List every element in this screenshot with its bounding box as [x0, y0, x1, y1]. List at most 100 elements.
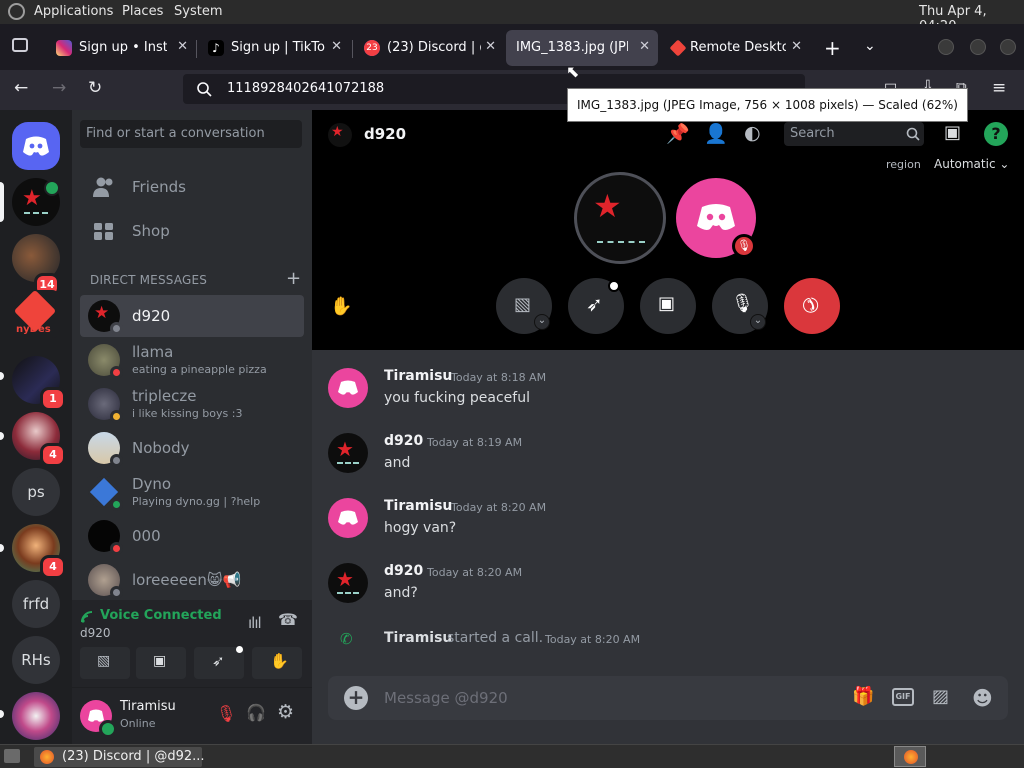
- pin-icon[interactable]: 📌: [666, 122, 690, 146]
- camera-toggle-button[interactable]: ▧ ⌄: [496, 278, 552, 334]
- system-menu[interactable]: System: [174, 4, 222, 19]
- shop-nav[interactable]: Shop: [80, 210, 304, 252]
- camera-button[interactable]: ▧: [80, 647, 130, 679]
- close-icon[interactable]: ✕: [791, 39, 802, 54]
- message-author[interactable]: Tiramisu: [384, 368, 452, 384]
- close-icon[interactable]: ✕: [331, 39, 342, 54]
- gif-icon[interactable]: GIF: [892, 688, 914, 706]
- message-author[interactable]: d920: [384, 433, 423, 449]
- tab-discord[interactable]: 23 (23) Discord | @d920 ✕: [354, 30, 504, 66]
- dm-item-000[interactable]: 000: [80, 515, 304, 557]
- soundboard-icon[interactable]: ✋: [330, 296, 352, 317]
- dm-item-triplecze[interactable]: triplecze i like kissing boys :3: [80, 383, 304, 425]
- close-window-icon[interactable]: [1000, 39, 1016, 55]
- noise-suppression-icon[interactable]: ılıl: [248, 614, 262, 632]
- channel-search-input[interactable]: Search: [784, 122, 924, 146]
- voice-status[interactable]: Voice Connected: [100, 608, 222, 623]
- user-status: Online: [120, 717, 156, 730]
- server-anydesk[interactable]: nyDes: [12, 290, 60, 338]
- inbox-icon[interactable]: ▣: [944, 122, 968, 146]
- reload-icon[interactable]: ↻: [88, 78, 102, 98]
- tab-tiktok[interactable]: ♪ Sign up | TikTok ✕: [198, 30, 350, 66]
- screen-share-toggle-button[interactable]: ▣: [640, 278, 696, 334]
- dm-name: 000: [132, 527, 161, 545]
- mic-muted-icon[interactable]: 🎙: [216, 704, 236, 723]
- add-friend-icon[interactable]: 👤: [704, 122, 728, 146]
- new-tab-icon[interactable]: +: [824, 36, 841, 60]
- help-icon[interactable]: ?: [984, 122, 1008, 146]
- unread-pip: [0, 372, 4, 380]
- avatar[interactable]: ★: [328, 563, 368, 603]
- taskbar-window-discord[interactable]: (23) Discord | @d92...: [34, 747, 205, 767]
- sticker-icon[interactable]: ▨: [932, 686, 956, 710]
- message-author[interactable]: Tiramisu: [384, 498, 452, 514]
- dm-item-loreeeeen[interactable]: loreeeeen😸📢: [80, 559, 304, 601]
- end-call-button[interactable]: ✆: [784, 278, 840, 334]
- region-select[interactable]: Automatic ⌄: [934, 157, 1009, 171]
- system-action: started a call.: [447, 630, 544, 646]
- home-button[interactable]: [12, 122, 60, 170]
- activity-button[interactable]: ➶: [568, 278, 624, 334]
- back-arrow-icon[interactable]: ←: [14, 78, 28, 98]
- soundboard-button[interactable]: ✋: [252, 647, 302, 679]
- settings-gear-icon[interactable]: ⚙: [277, 701, 294, 723]
- message-input[interactable]: [384, 686, 824, 710]
- avatar[interactable]: ★: [328, 433, 368, 473]
- server-rhs[interactable]: RHs: [12, 636, 60, 684]
- activities-button[interactable]: ➶: [194, 646, 244, 679]
- menu-icon[interactable]: ≡: [992, 78, 1006, 98]
- voice-channel[interactable]: d920: [80, 626, 111, 640]
- friends-nav[interactable]: Friends: [80, 166, 304, 208]
- headphones-icon[interactable]: 🎧: [246, 703, 266, 722]
- places-menu[interactable]: Places: [122, 4, 163, 19]
- friends-icon: [93, 177, 113, 197]
- avatar[interactable]: [328, 368, 368, 408]
- avatar[interactable]: [328, 498, 368, 538]
- applications-menu[interactable]: Applications: [34, 4, 113, 19]
- dm-item-dyno[interactable]: Dyno Playing dyno.gg | ?help: [80, 471, 304, 513]
- profile-icon[interactable]: ◐: [744, 122, 768, 146]
- tab-image[interactable]: IMG_1383.jpg (JPEG ✕: [506, 30, 658, 66]
- disconnect-icon[interactable]: ☎: [278, 610, 298, 629]
- server-ps[interactable]: ps: [12, 468, 60, 516]
- minimize-icon[interactable]: [938, 39, 954, 55]
- dm-item-llama[interactable]: llama eating a pineapple pizza: [80, 339, 304, 381]
- forward-arrow-icon[interactable]: →: [52, 78, 66, 98]
- create-dm-icon[interactable]: +: [286, 268, 301, 289]
- firefox-icon: [904, 750, 918, 764]
- emoji-icon[interactable]: ☻: [972, 686, 996, 710]
- gift-icon[interactable]: 🎁: [852, 686, 876, 710]
- tab-instagram[interactable]: Sign up • Instagram ✕: [46, 30, 196, 66]
- server-frfd[interactable]: frfd: [12, 580, 60, 628]
- system-author[interactable]: Tiramisu: [384, 630, 452, 646]
- mute-toggle-button[interactable]: 🎙 ⌄: [712, 278, 768, 334]
- attach-plus-icon[interactable]: +: [344, 686, 368, 710]
- show-desktop-icon[interactable]: [4, 749, 20, 763]
- dm-name: Nobody: [132, 439, 190, 457]
- tab-overview-icon[interactable]: [12, 38, 28, 52]
- message-composer: + 🎁 GIF ▨ ☻: [328, 676, 1008, 720]
- chevron-down-icon[interactable]: ⌄: [750, 314, 766, 330]
- message-timestamp: Today at 8:20 AM: [451, 501, 547, 514]
- close-icon[interactable]: ✕: [639, 39, 650, 54]
- message-text: hogy van?: [384, 520, 457, 536]
- tab-remote-desktop[interactable]: Remote Desktop ✕: [660, 30, 810, 66]
- call-participant-d920[interactable]: ★: [574, 172, 666, 264]
- dm-item-d920[interactable]: ★ d920: [80, 295, 304, 337]
- close-icon[interactable]: ✕: [485, 39, 496, 54]
- speaker-icon: [44, 180, 60, 196]
- server-10[interactable]: [12, 692, 60, 740]
- chevron-down-icon[interactable]: ⌄: [534, 314, 550, 330]
- dm-item-nobody[interactable]: Nobody: [80, 427, 304, 469]
- workspace-switcher[interactable]: [894, 746, 926, 767]
- status-offline-icon: [110, 586, 123, 599]
- tab-list-chevron-icon[interactable]: ⌄: [864, 38, 876, 54]
- maximize-icon[interactable]: [970, 39, 986, 55]
- distro-logo-icon[interactable]: [8, 3, 25, 20]
- rocket-icon: ➶: [212, 652, 225, 670]
- screen-share-button[interactable]: ▣: [136, 647, 186, 679]
- find-conversation-button[interactable]: Find or start a conversation: [80, 120, 302, 148]
- message-author[interactable]: d920: [384, 563, 423, 579]
- close-icon[interactable]: ✕: [177, 39, 188, 54]
- url-text[interactable]: 1118928402641072188: [227, 81, 384, 96]
